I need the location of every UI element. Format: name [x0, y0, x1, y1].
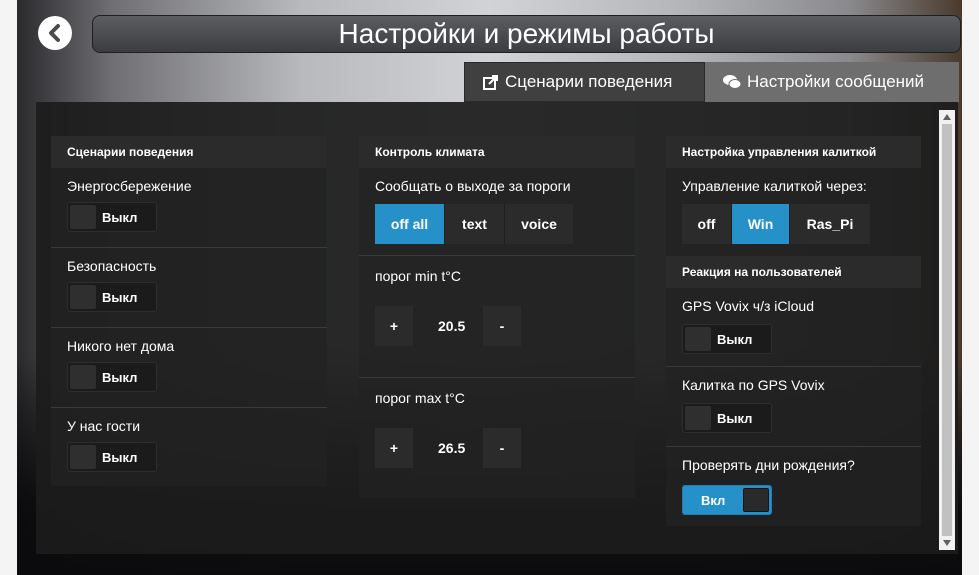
behavior-header: Сценарии поведения — [51, 136, 327, 168]
reaction-header: Реакция на пользователей — [666, 256, 921, 288]
item-label: Никого нет дома — [67, 338, 175, 354]
tab-message-settings[interactable]: Настройки сообщений — [705, 62, 959, 102]
page-title: Настройки и режимы работы — [92, 15, 961, 53]
nobody-home-toggle[interactable]: Выкл — [67, 362, 157, 392]
notify-option-text[interactable]: text — [445, 204, 505, 244]
notify-label: Сообщать о выходе за пороги — [375, 178, 571, 194]
min-minus-button[interactable]: - — [483, 306, 521, 346]
list-item: Никого нет дома Выкл — [51, 328, 327, 408]
scroll-thumb[interactable] — [942, 124, 952, 536]
gate-option-win[interactable]: Win — [732, 204, 790, 244]
guests-toggle[interactable]: Выкл — [67, 442, 157, 472]
gate-segmented-control: off Win Ras_Pi — [682, 204, 870, 244]
min-threshold-label: порог min t°C — [375, 268, 461, 284]
gps-icloud-toggle[interactable]: Выкл — [682, 324, 772, 354]
min-plus-button[interactable]: + — [375, 306, 413, 346]
item-label: У нас гости — [67, 418, 141, 434]
scroll-up-arrow-icon[interactable] — [939, 110, 955, 124]
notify-option-off-all[interactable]: off all — [375, 204, 445, 244]
chat-icon — [723, 75, 741, 89]
list-item: Проверять дни рождения? Вкл — [666, 447, 921, 525]
climate-column: Контроль климата Сообщать о выходе за по… — [359, 136, 635, 498]
item-label: Энергосбережение — [67, 178, 192, 194]
gate-control-label: Управление калиткой через: — [682, 178, 867, 194]
gate-header: Настройка управления калиткой — [666, 136, 921, 168]
scroll-down-arrow-icon[interactable] — [939, 536, 955, 550]
page-title-text: Настройки и режимы работы — [338, 18, 715, 49]
notify-row: Сообщать о выходе за пороги off all text… — [359, 168, 635, 256]
security-toggle[interactable]: Выкл — [67, 282, 157, 312]
tab-label: Настройки сообщений — [747, 72, 925, 91]
max-threshold-value: 26.5 — [438, 440, 466, 456]
list-item: Энергосбережение Выкл — [51, 168, 327, 248]
notify-segmented-control: off all text voice — [375, 204, 573, 244]
gate-option-off[interactable]: off — [682, 204, 732, 244]
min-threshold-value: 20.5 — [438, 318, 466, 334]
settings-panel: Сценарии поведения Энергосбережение Выкл… — [36, 102, 958, 554]
gate-gps-toggle[interactable]: Выкл — [682, 403, 772, 433]
climate-header: Контроль климата — [359, 136, 635, 168]
max-minus-button[interactable]: - — [483, 428, 521, 468]
back-button[interactable] — [38, 16, 72, 50]
max-plus-button[interactable]: + — [375, 428, 413, 468]
gate-option-raspi[interactable]: Ras_Pi — [790, 204, 870, 244]
list-item: GPS Vovix ч/з iCloud Выкл — [666, 288, 921, 367]
list-item: Безопасность Выкл — [51, 248, 327, 328]
item-label: GPS Vovix ч/з iCloud — [682, 298, 814, 314]
share-icon — [483, 75, 498, 90]
notify-option-voice[interactable]: voice — [505, 204, 573, 244]
max-threshold-row: порог max t°C + 26.5 - — [359, 378, 635, 498]
list-item: Калитка по GPS Vovix Выкл — [666, 367, 921, 447]
birthday-check-toggle[interactable]: Вкл — [682, 485, 772, 515]
gate-column: Настройка управления калиткой Управление… — [666, 136, 921, 526]
item-label: Проверять дни рождения? — [682, 457, 855, 473]
energy-saving-toggle[interactable]: Выкл — [67, 202, 157, 232]
item-label: Безопасность — [67, 258, 157, 274]
min-threshold-row: порог min t°C + 20.5 - — [359, 256, 635, 378]
behavior-column: Сценарии поведения Энергосбережение Выкл… — [51, 136, 327, 486]
gate-control-row: Управление калиткой через: off Win Ras_P… — [666, 168, 921, 256]
max-threshold-label: порог max t°C — [375, 390, 465, 406]
vertical-scrollbar[interactable] — [939, 110, 955, 550]
tab-label: Сценарии поведения — [505, 72, 673, 91]
list-item: У нас гости Выкл — [51, 408, 327, 484]
tab-behavior-scenarios[interactable]: Сценарии поведения — [464, 62, 705, 102]
chevron-left-icon — [49, 24, 60, 42]
item-label: Калитка по GPS Vovix — [682, 377, 825, 393]
